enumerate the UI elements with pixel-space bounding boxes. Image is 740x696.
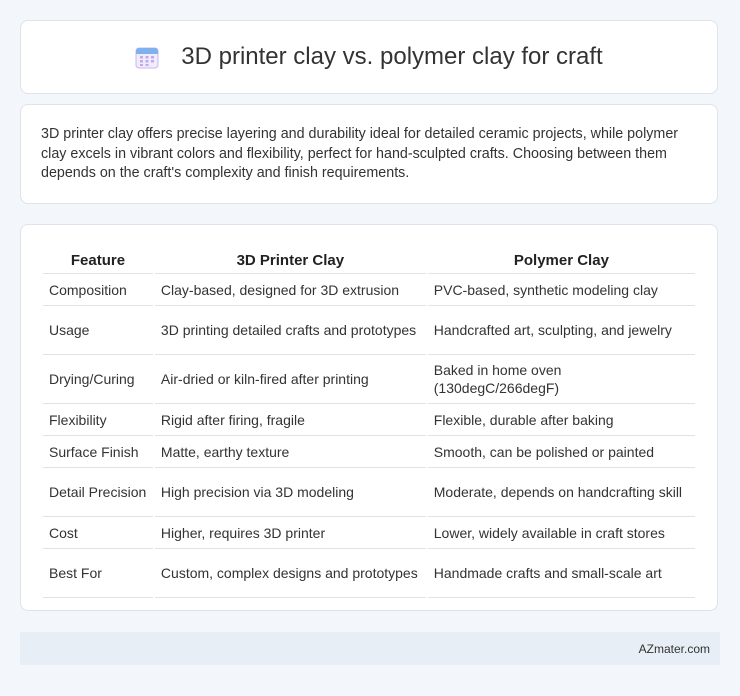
- polymer-clay-cell: Handcrafted art, sculpting, and jewelry: [427, 306, 695, 355]
- table-row: Composition Clay-based, designed for 3D …: [43, 274, 695, 306]
- intro-card: 3D printer clay offers precise layering …: [20, 104, 718, 204]
- table-row: Drying/Curing Air-dried or kiln-fired af…: [43, 355, 695, 404]
- polymer-clay-cell: Flexible, durable after baking: [427, 404, 695, 436]
- polymer-clay-cell: Moderate, depends on handcrafting skill: [427, 468, 695, 517]
- feature-cell: Drying/Curing: [43, 355, 153, 404]
- 3d-printer-clay-cell: Matte, earthy texture: [154, 436, 426, 468]
- comparison-card: Feature 3D Printer Clay Polymer Clay Com…: [20, 224, 718, 611]
- 3d-printer-clay-cell: Clay-based, designed for 3D extrusion: [154, 274, 426, 306]
- title-card: 3D printer clay vs. polymer clay for cra…: [20, 20, 718, 94]
- table-row: Best For Custom, complex designs and pro…: [43, 549, 695, 598]
- 3d-printer-clay-cell: Higher, requires 3D printer: [154, 517, 426, 549]
- feature-cell: Flexibility: [43, 404, 153, 436]
- polymer-clay-cell: Smooth, can be polished or painted: [427, 436, 695, 468]
- table-header-row: Feature 3D Printer Clay Polymer Clay: [43, 243, 695, 274]
- feature-cell: Cost: [43, 517, 153, 549]
- 3d-printer-clay-cell: Rigid after firing, fragile: [154, 404, 426, 436]
- column-header-3d-printer-clay: 3D Printer Clay: [154, 243, 426, 274]
- calendar-icon: [135, 47, 159, 69]
- table-row: Flexibility Rigid after firing, fragile …: [43, 404, 695, 436]
- 3d-printer-clay-cell: Air-dried or kiln-fired after printing: [154, 355, 426, 404]
- feature-cell: Usage: [43, 306, 153, 355]
- 3d-printer-clay-cell: Custom, complex designs and prototypes: [154, 549, 426, 598]
- polymer-clay-cell: Lower, widely available in craft stores: [427, 517, 695, 549]
- table-row: Detail Precision High precision via 3D m…: [43, 468, 695, 517]
- intro-text: 3D printer clay offers precise layering …: [41, 126, 679, 181]
- comparison-table: Feature 3D Printer Clay Polymer Clay Com…: [41, 243, 697, 598]
- column-header-polymer-clay: Polymer Clay: [427, 243, 695, 274]
- polymer-clay-cell: PVC-based, synthetic modeling clay: [427, 274, 695, 306]
- feature-cell: Detail Precision: [43, 468, 153, 517]
- footer-brand[interactable]: AZmater.com: [639, 642, 710, 656]
- feature-cell: Surface Finish: [43, 436, 153, 468]
- 3d-printer-clay-cell: High precision via 3D modeling: [154, 468, 426, 517]
- column-header-feature: Feature: [43, 243, 153, 274]
- feature-cell: Best For: [43, 549, 153, 598]
- polymer-clay-cell: Handmade crafts and small-scale art: [427, 549, 695, 598]
- 3d-printer-clay-cell: 3D printing detailed crafts and prototyp…: [154, 306, 426, 355]
- table-row: Surface Finish Matte, earthy texture Smo…: [43, 436, 695, 468]
- table-row: Cost Higher, requires 3D printer Lower, …: [43, 517, 695, 549]
- page-title: 3D printer clay vs. polymer clay for cra…: [181, 43, 603, 70]
- table-row: Usage 3D printing detailed crafts and pr…: [43, 306, 695, 355]
- feature-cell: Composition: [43, 274, 153, 306]
- footer: AZmater.com: [20, 632, 720, 665]
- polymer-clay-cell: Baked in home oven (130degC/266degF): [427, 355, 695, 404]
